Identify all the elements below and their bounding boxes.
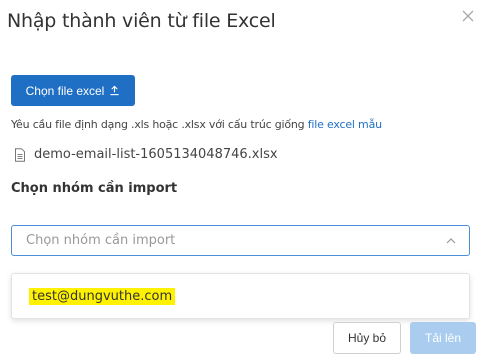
selected-file: demo-email-list-1605134048746.xlsx [14,147,278,162]
close-icon[interactable] [460,8,476,24]
file-name: demo-email-list-1605134048746.xlsx [34,147,278,162]
chevron-up-icon [446,238,456,244]
dialog-title: Nhập thành viên từ file Excel [7,10,276,32]
group-dropdown-menu: test@dungvuthe.com [11,273,470,319]
file-icon [15,147,25,162]
upload-icon [110,85,119,96]
choose-excel-label: Chọn file excel [25,83,105,98]
hint-text: Yêu cầu file định dạng .xls hoặc .xlsx v… [11,118,305,131]
group-select-label: Chọn nhóm cần import [11,181,178,196]
group-option[interactable]: test@dungvuthe.com [29,288,176,305]
choose-excel-button[interactable]: Chọn file excel [11,75,135,106]
sample-file-link[interactable]: file excel mẫu [308,118,382,131]
upload-button[interactable]: Tải lên [410,322,476,354]
group-select[interactable]: Chọn nhóm cần import [11,225,470,256]
cancel-button[interactable]: Hủy bỏ [333,322,401,354]
group-select-placeholder: Chọn nhóm cần import [26,233,176,248]
import-members-dialog: Nhập thành viên từ file Excel Chọn file … [0,0,487,363]
file-format-hint: Yêu cầu file định dạng .xls hoặc .xlsx v… [11,118,382,131]
